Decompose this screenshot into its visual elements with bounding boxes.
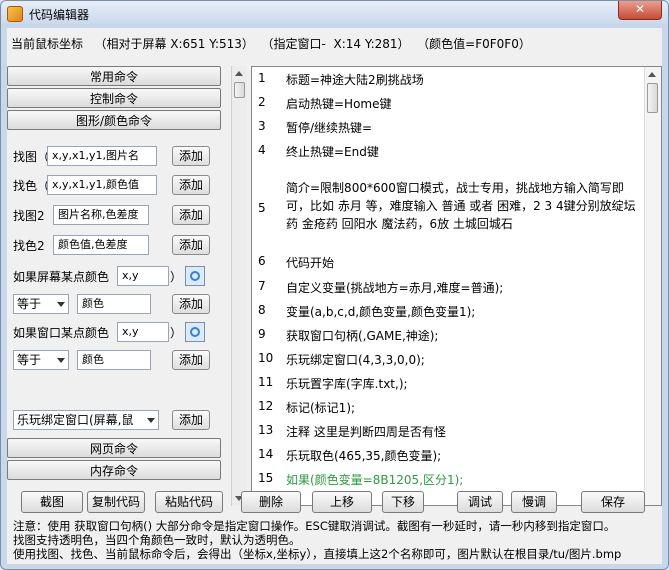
delete-button[interactable]: 删除 (241, 491, 301, 513)
bind-window-select[interactable]: 乐玩绑定窗口(屏幕,鼠 (13, 410, 159, 430)
title-bar[interactable]: 代码编辑器 ✕ (1, 1, 668, 27)
window-color-operator-select[interactable]: 等于 (13, 350, 69, 370)
find-image2-add-button[interactable]: 添加 (172, 205, 210, 225)
window-color-xy-input[interactable]: x,y (117, 322, 169, 342)
line-number: 10 (258, 351, 274, 365)
category-common-button[interactable]: 常用命令 (7, 66, 221, 86)
find-color2-input[interactable]: 颜色值,色差度 (53, 235, 149, 255)
line-text: 启动热键=Home键 (286, 97, 392, 111)
paste-code-button[interactable]: 粘贴代码 (155, 491, 223, 513)
client-area: 当前鼠标坐标 （相对于屏幕 X:651 Y:513） （指定窗口- X:14 Y… (7, 28, 662, 564)
line-number: 2 (258, 95, 266, 109)
line-text: 标题=神途大陆2刷挑战场 (286, 73, 424, 87)
screen-color-add-button[interactable]: 添加 (172, 294, 210, 314)
find-color-add-button[interactable]: 添加 (172, 175, 210, 195)
move-down-button[interactable]: 下移 (382, 491, 424, 513)
screenshot-button[interactable]: 截图 (21, 491, 83, 513)
line-number: 15 (258, 471, 274, 485)
window-color-close-paren: ） (170, 326, 183, 340)
category-graphic-button[interactable]: 图形/颜色命令 (7, 110, 221, 130)
line-number: 12 (258, 399, 274, 413)
find-color2-label: 找色2（ (13, 239, 57, 253)
line-text: 变量(a,b,c,d,颜色变量,颜色变量1); (286, 305, 476, 319)
line-number: 7 (258, 279, 266, 293)
note-line: 注意：使用 获取窗口句柄() 大部分命令是指定窗口操作。ESC键取消调试。截图有… (13, 519, 616, 533)
scroll-thumb[interactable] (647, 83, 658, 113)
category-control-button[interactable]: 控制命令 (7, 88, 221, 108)
line-number: 13 (258, 423, 274, 437)
bind-window-add-button[interactable]: 添加 (172, 410, 210, 430)
chevron-down-icon (57, 358, 65, 363)
category-web-button[interactable]: 网页命令 (7, 438, 221, 458)
line-number: 5 (258, 201, 266, 215)
find-image-add-button[interactable]: 添加 (172, 146, 210, 166)
line-number: 9 (258, 327, 266, 341)
window-color-add-button[interactable]: 添加 (172, 350, 210, 370)
line-number: 3 (258, 119, 266, 133)
scroll-up-icon[interactable] (235, 71, 243, 76)
command-panel-scrollbar[interactable] (231, 66, 247, 506)
line-text: 自定义变量(挑战地方=赤月,难度=普通); (286, 281, 504, 295)
find-color2-add-button[interactable]: 添加 (172, 235, 210, 255)
screen-color-target-icon[interactable] (185, 266, 205, 286)
slow-debug-button[interactable]: 慢调 (511, 491, 557, 513)
window-title: 代码编辑器 (29, 8, 90, 22)
window-color-value-input[interactable]: 颜色 (77, 350, 151, 370)
line-text: 乐玩置字库(字库.txt,); (286, 377, 408, 391)
code-editor[interactable]: 1 标题=神途大陆2刷挑战场 2 启动热键=Home键 3 暂停/继续热键= 4 终止热… (251, 66, 662, 506)
line-number: 1 (258, 71, 266, 85)
code-editor-scrollbar[interactable] (644, 67, 661, 505)
find-image2-label: 找图2（ (13, 209, 57, 223)
line-text: 标记(标记1); (286, 401, 356, 415)
chevron-down-icon (57, 302, 65, 307)
find-color-label: 找色（ (13, 179, 50, 193)
find-color-input[interactable]: x,y,x1,y1,颜色值 (47, 175, 157, 195)
save-button[interactable]: 保存 (581, 491, 645, 513)
note-line: 使用找图、找色、当前鼠标命令后，会得出（坐标x,坐标y），直接填上这2个名称即可… (13, 547, 622, 561)
line-text: 暂停/继续热键= (286, 121, 373, 135)
scroll-thumb[interactable] (234, 82, 245, 98)
screen-color-value-input[interactable]: 颜色 (77, 294, 151, 314)
category-memory-button[interactable]: 内存命令 (7, 460, 221, 480)
copy-code-button[interactable]: 复制代码 (87, 491, 145, 513)
debug-button[interactable]: 调试 (457, 491, 503, 513)
screen-color-xy-input[interactable]: x,y (117, 266, 169, 286)
line-number: 11 (258, 375, 274, 389)
chevron-down-icon (147, 418, 155, 423)
find-image-label: 找图（ (13, 150, 50, 164)
line-text: 乐玩取色(465,35,颜色变量); (286, 449, 442, 463)
line-number: 8 (258, 303, 266, 317)
line-text: 终止热键=End键 (286, 145, 379, 159)
find-image-input[interactable]: x,y,x1,y1,图片名 (47, 146, 157, 166)
editor-window: 代码编辑器 ✕ 当前鼠标坐标 （相对于屏幕 X:651 Y:513） （指定窗口… (0, 0, 669, 570)
line-number: 6 (258, 254, 266, 268)
screen-color-operator-value: 等于 (17, 297, 42, 311)
screen-color-operator-select[interactable]: 等于 (13, 294, 69, 314)
screen-color-label: 如果屏幕某点颜色（ (13, 270, 122, 284)
help-notes: 注意：使用 获取窗口句柄() 大部分命令是指定窗口操作。ESC键取消调试。截图有… (13, 519, 661, 561)
line-text: 乐玩绑定窗口(4,3,3,0,0); (286, 353, 425, 367)
line-text: 注释 这里是判断四周是否有怪 (286, 425, 446, 439)
find-image2-input[interactable]: 图片名称,色差度 (53, 205, 149, 225)
window-color-target-icon[interactable] (185, 322, 205, 342)
line-number: 4 (258, 143, 266, 157)
bind-window-value: 乐玩绑定窗口(屏幕,鼠 (17, 413, 134, 427)
note-line: 找图支持透明色，当四个角颜色一致时，默认为透明色。 (13, 533, 301, 547)
window-color-label: 如果窗口某点颜色（ (13, 326, 122, 340)
window-color-operator-value: 等于 (17, 353, 42, 367)
line-text: 获取窗口句柄(,GAME,神途); (286, 329, 439, 343)
line-text: 简介=限制800*600窗口模式，战士专用，挑战地方输入简写即可，比如 赤月 等… (286, 181, 636, 231)
line-text: 代码开始 (286, 256, 335, 270)
app-icon (7, 6, 23, 22)
line-number: 14 (258, 447, 274, 461)
line-text: 如果(颜色变量=8B1205,区分1); (286, 473, 464, 487)
mouse-coordinate-status: 当前鼠标坐标 （相对于屏幕 X:651 Y:513） （指定窗口- X:14 Y… (11, 37, 531, 51)
screen-color-close-paren: ） (170, 270, 183, 284)
move-up-button[interactable]: 上移 (312, 491, 372, 513)
close-button[interactable]: ✕ (618, 1, 662, 20)
scroll-up-icon[interactable] (648, 72, 656, 77)
command-panel: 常用命令 控制命令 图形/颜色命令 找图（ x,y,x1,y1,图片名 添加 找… (7, 66, 247, 506)
